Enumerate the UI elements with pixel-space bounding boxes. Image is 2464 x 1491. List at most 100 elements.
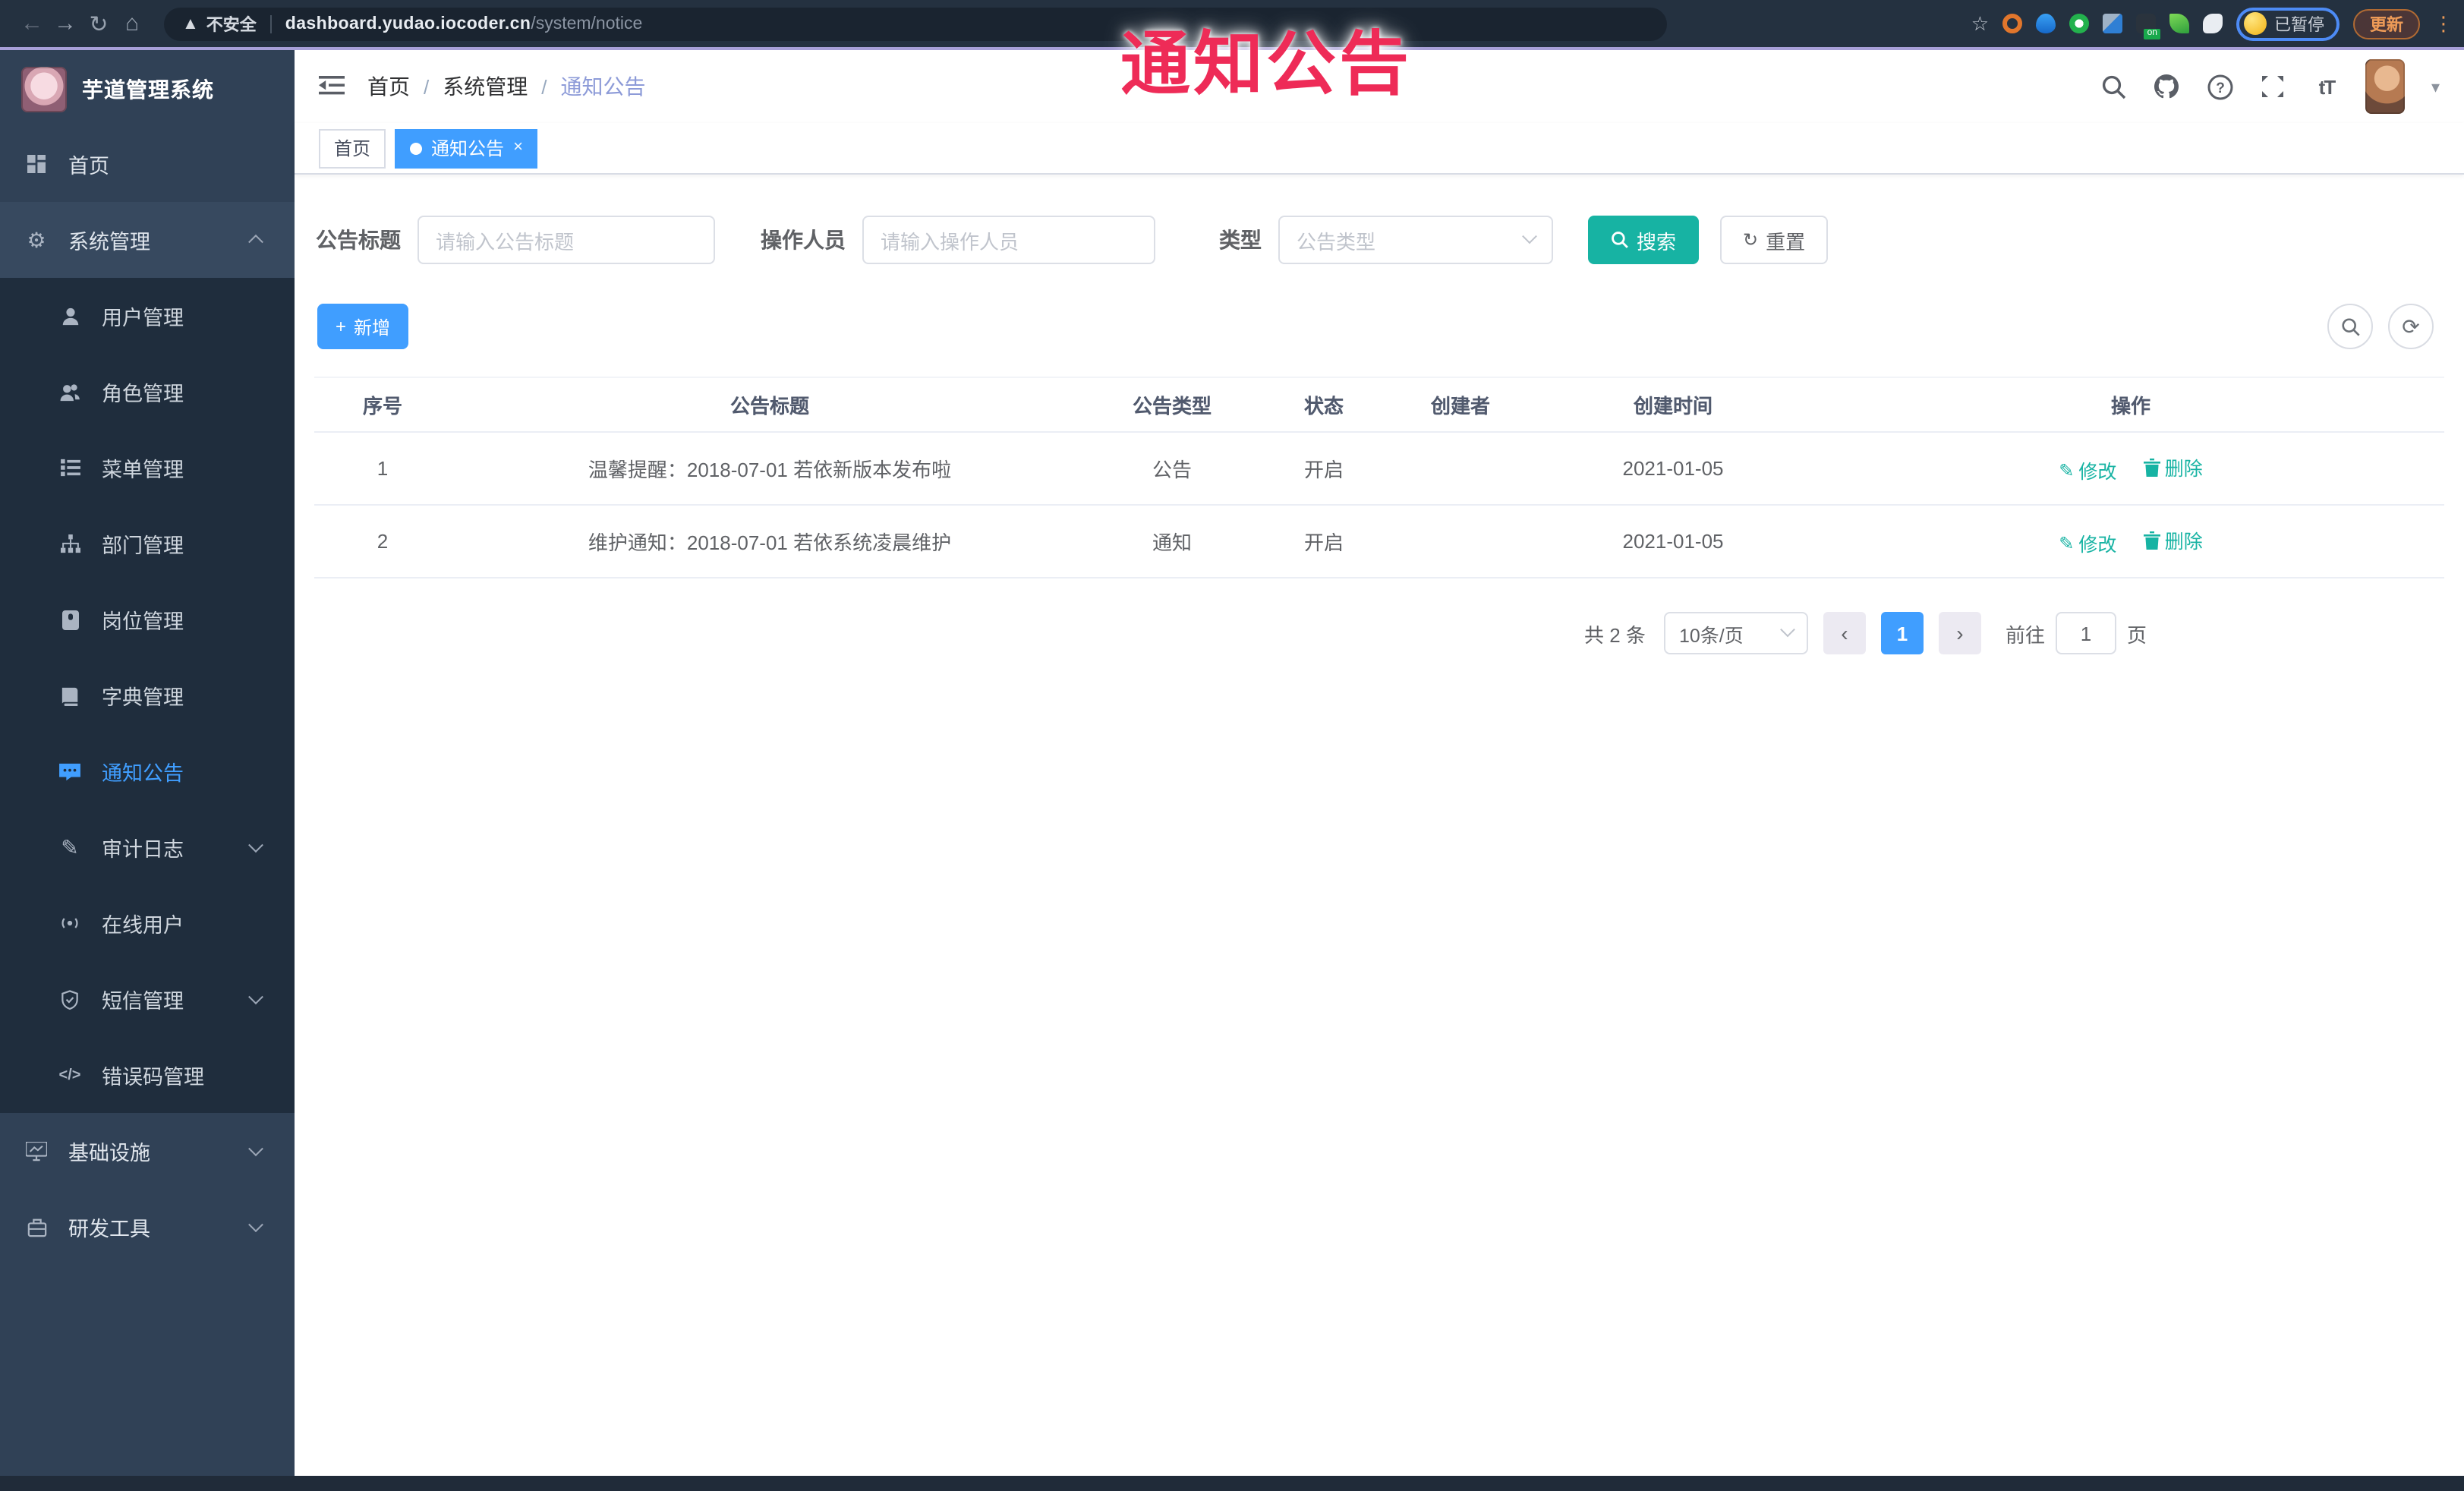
sidebar-item-dev-tools[interactable]: 研发工具: [0, 1189, 295, 1265]
sidebar-item-system-mgmt[interactable]: ⚙ 系统管理: [0, 202, 295, 278]
back-icon[interactable]: ←: [15, 11, 49, 36]
breadcrumb-separator: /: [424, 75, 430, 98]
url-bar[interactable]: ▲ 不安全 dashboard.yudao.iocoder.cn /system…: [164, 7, 1667, 40]
extension-leaf-icon[interactable]: [2169, 14, 2189, 33]
sidebar-item-role-mgmt[interactable]: 角色管理: [0, 354, 295, 430]
breadcrumb-home[interactable]: 首页: [367, 71, 410, 102]
chevron-down-icon: [1522, 228, 1537, 244]
delete-link[interactable]: 删除: [2143, 452, 2203, 481]
sidebar-item-error-code[interactable]: </> 错误码管理: [0, 1037, 295, 1113]
search-icon[interactable]: [2100, 73, 2128, 100]
extension-on-badge-icon[interactable]: [2136, 14, 2160, 39]
page-number-1[interactable]: 1: [1880, 612, 1924, 654]
toolbar-right: ⟳: [2327, 304, 2434, 349]
goto-label: 前往: [2005, 623, 2045, 646]
update-button[interactable]: 更新: [2353, 8, 2420, 39]
reset-button[interactable]: ↻ 重置: [1720, 216, 1829, 264]
sidebar-item-sms-mgmt[interactable]: 短信管理: [0, 961, 295, 1037]
close-icon[interactable]: ×: [513, 139, 523, 156]
delete-link-label: 删除: [2164, 531, 2203, 553]
online-user-icon: [56, 911, 83, 935]
sidebar-item-menu-mgmt[interactable]: 菜单管理: [0, 430, 295, 506]
bookmark-star-icon[interactable]: ☆: [1971, 11, 1989, 36]
header-actions: ? tT ▾: [2100, 59, 2440, 114]
user-avatar[interactable]: [2365, 59, 2406, 114]
sidebar-item-label: 通知公告: [102, 762, 184, 785]
extension-gem-icon[interactable]: [2103, 14, 2122, 33]
forward-icon[interactable]: →: [49, 11, 82, 36]
sidebar-item-user-mgmt[interactable]: 用户管理: [0, 278, 295, 354]
sidebar-item-label: 菜单管理: [102, 459, 184, 481]
operator-input[interactable]: 请输入操作人员: [862, 216, 1155, 264]
cell-created: 2021-01-05: [1529, 505, 1817, 578]
toggle-search-button[interactable]: [2327, 304, 2373, 349]
add-button[interactable]: + 新增: [317, 304, 409, 349]
fullscreen-icon[interactable]: [2260, 73, 2287, 100]
sidebar-item-audit-log[interactable]: ✎ 审计日志: [0, 809, 295, 885]
tab-notice[interactable]: 通知公告 ×: [395, 128, 538, 168]
delete-link[interactable]: 删除: [2143, 525, 2203, 554]
goto-page-input[interactable]: 1: [2055, 612, 2116, 654]
sidebar-menu: 首页 ⚙ 系统管理 用户管理 角色管理 菜单管理 部门管理 岗位管理 字典管理 …: [0, 126, 295, 1491]
type-label: 类型: [1219, 228, 1262, 252]
notice-icon: [56, 759, 83, 783]
profile-paused-chip[interactable]: 已暂停: [2236, 7, 2340, 40]
search-button[interactable]: 搜索: [1588, 216, 1700, 264]
col-actions: 操作: [1817, 377, 2444, 433]
extension-puzzle-icon[interactable]: [2203, 14, 2223, 33]
sidebar-item-post-mgmt[interactable]: 岗位管理: [0, 582, 295, 657]
breadcrumb-separator: /: [541, 75, 547, 98]
extension-blue-drop-icon[interactable]: [2036, 14, 2056, 33]
prev-page-button[interactable]: ‹: [1823, 612, 1866, 654]
cell-type: 通知: [1089, 505, 1256, 578]
browser-menu-icon[interactable]: ⋮: [2434, 11, 2453, 36]
notice-title-input[interactable]: 请输入公告标题: [417, 216, 715, 264]
sidebar-collapse-icon[interactable]: [319, 74, 346, 99]
url-divider: [269, 14, 272, 33]
sidebar-item-online-users[interactable]: 在线用户: [0, 885, 295, 961]
sidebar-item-notice[interactable]: 通知公告: [0, 733, 295, 809]
sidebar-item-label: 系统管理: [68, 231, 150, 254]
sidebar-logo-row[interactable]: 芋道管理系统: [0, 50, 295, 126]
trash-icon: [2143, 531, 2160, 549]
home-icon[interactable]: ⌂: [115, 11, 149, 36]
breadcrumb-system[interactable]: 系统管理: [443, 71, 528, 102]
cell-created: 2021-01-05: [1529, 432, 1817, 506]
plus-icon: +: [336, 316, 347, 337]
infrastructure-icon: [23, 1139, 50, 1163]
edit-link[interactable]: ✎ 修改: [2059, 528, 2116, 557]
tags-view-bar: 首页 通知公告 ×: [295, 123, 2464, 175]
cell-no: 1: [314, 432, 451, 506]
extension-orange-ring-icon[interactable]: [2002, 14, 2022, 33]
reload-icon[interactable]: ↻: [82, 10, 115, 37]
sidebar-item-label: 角色管理: [102, 383, 184, 405]
sidebar-item-label: 部门管理: [102, 534, 184, 557]
chevron-down-icon: [248, 837, 263, 853]
sidebar-item-label: 在线用户: [102, 914, 184, 937]
page-size-select[interactable]: 10条/页: [1663, 612, 1808, 654]
extension-green-circle-icon[interactable]: [2069, 14, 2089, 33]
next-page-button[interactable]: ›: [1938, 612, 1981, 654]
cell-actions: ✎ 修改 删除: [1817, 432, 2444, 506]
edit-link[interactable]: ✎ 修改: [2059, 455, 2116, 484]
cell-creator: [1392, 432, 1529, 506]
main-area: 首页 / 系统管理 / 通知公告 ? tT ▾ 首页 通知公告 × 公告标题 请…: [295, 50, 2464, 1491]
sidebar-item-label: 用户管理: [102, 307, 184, 329]
tab-home[interactable]: 首页: [319, 128, 386, 168]
type-select[interactable]: 公告类型: [1278, 216, 1553, 264]
font-size-icon[interactable]: tT: [2313, 73, 2340, 100]
sidebar-item-home[interactable]: 首页: [0, 126, 295, 202]
user-caret-icon[interactable]: ▾: [2431, 77, 2440, 96]
screen: ← → ↻ ⌂ ▲ 不安全 dashboard.yudao.iocoder.cn…: [0, 0, 2464, 1491]
help-icon[interactable]: ?: [2207, 73, 2234, 100]
github-icon[interactable]: [2154, 73, 2181, 100]
menu-list-icon: [56, 455, 83, 480]
search-button-label: 搜索: [1637, 230, 1677, 253]
sidebar-item-label: 首页: [68, 155, 109, 178]
col-type: 公告类型: [1089, 377, 1256, 433]
add-button-label: 新增: [354, 317, 391, 338]
sidebar-item-dept-mgmt[interactable]: 部门管理: [0, 506, 295, 582]
sidebar-item-dict-mgmt[interactable]: 字典管理: [0, 657, 295, 733]
sidebar-item-infrastructure[interactable]: 基础设施: [0, 1113, 295, 1189]
refresh-table-button[interactable]: ⟳: [2388, 304, 2434, 349]
